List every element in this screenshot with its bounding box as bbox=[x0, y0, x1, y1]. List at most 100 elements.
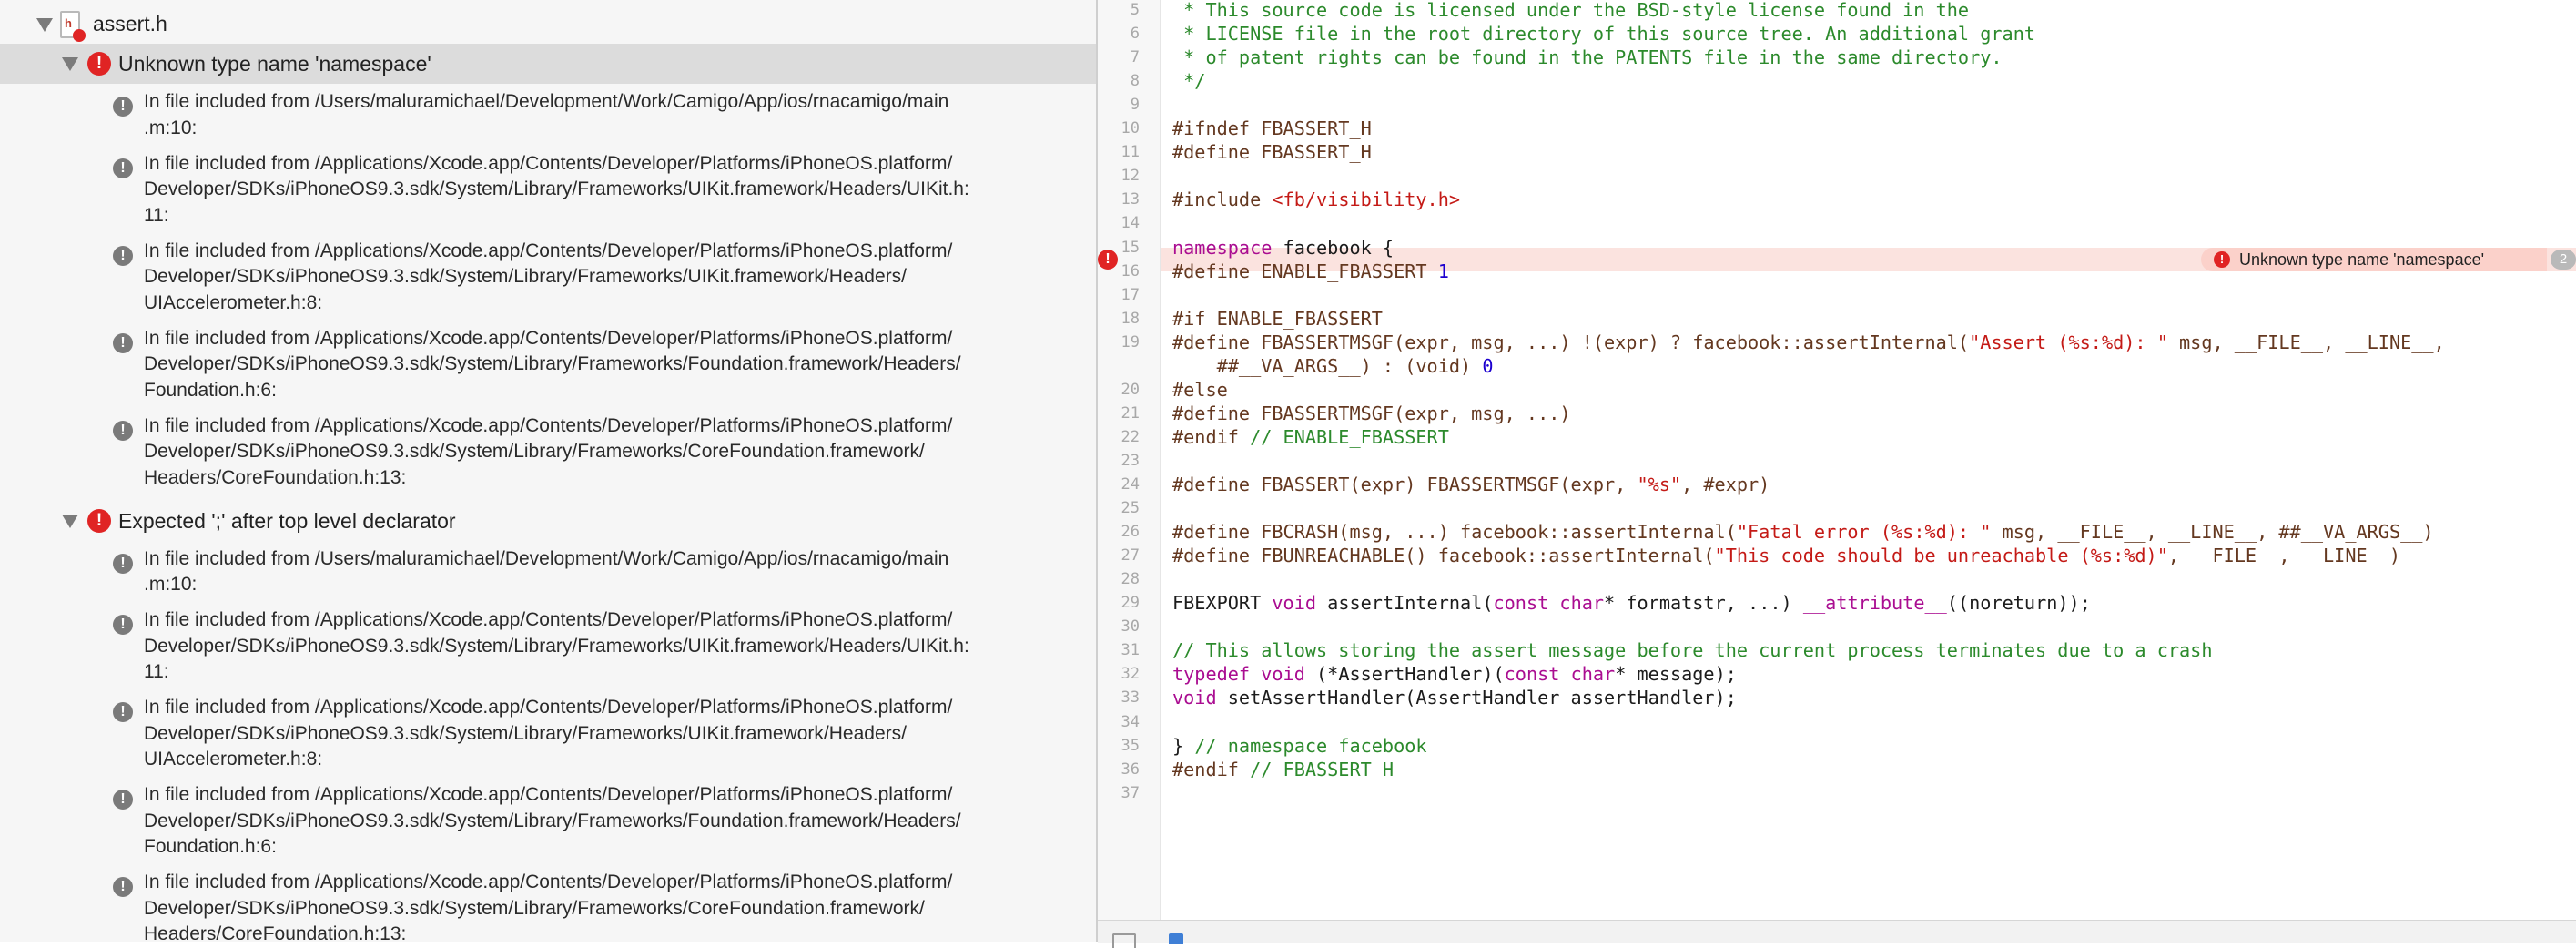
checkbox-icon[interactable] bbox=[1112, 933, 1136, 948]
line-number: 5 bbox=[1130, 1, 1140, 19]
code-line[interactable]: #define FBASSERT_H bbox=[1172, 140, 1372, 164]
line-number: 20 bbox=[1121, 380, 1140, 399]
line-number: 7 bbox=[1130, 48, 1140, 67]
code-line[interactable]: void setAssertHandler(AssertHandler asse… bbox=[1172, 686, 1737, 709]
code-line[interactable]: * of patent rights can be found in the P… bbox=[1172, 46, 2002, 69]
code-line[interactable]: #define FBCRASH(msg, ...) facebook::asse… bbox=[1172, 520, 2434, 544]
disclosure-triangle-icon[interactable] bbox=[62, 514, 78, 528]
code-token: ((noreturn)); bbox=[1946, 592, 2091, 615]
file-name: assert.h bbox=[93, 12, 167, 36]
inline-error-count[interactable]: 2 bbox=[2551, 250, 2576, 270]
line-number-gutter[interactable]: 5 6 7 8 9 10 11 12 13 14 15 16 17 18 19 20 21 22 23 24 25 26 2… bbox=[1098, 0, 1161, 920]
line-number: 18 bbox=[1121, 309, 1140, 328]
gutter-error-icon[interactable]: ! bbox=[1098, 250, 1118, 270]
code-token: (*AssertHandler)( bbox=[1304, 663, 1505, 686]
code-line[interactable]: namespace facebook { bbox=[1172, 236, 1394, 260]
code-line[interactable]: ##__VA_ARGS__) : (void) 0 bbox=[1172, 354, 1494, 378]
code-line[interactable]: } // namespace facebook bbox=[1172, 734, 1427, 758]
code-line[interactable]: // This allows storing the assert messag… bbox=[1172, 638, 2212, 662]
note-row[interactable]: ! In file included from /Applications/Xco… bbox=[0, 695, 1096, 773]
folder-icon[interactable] bbox=[1169, 933, 1183, 944]
disclosure-triangle-icon[interactable] bbox=[36, 18, 53, 32]
code-token: 0 bbox=[1482, 354, 1494, 377]
line-number: 23 bbox=[1121, 451, 1140, 470]
code-line[interactable]: #ifndef FBASSERT_H bbox=[1172, 117, 1372, 140]
code-token: * LICENSE file in the root directory of … bbox=[1172, 23, 2036, 46]
code-line[interactable]: */ bbox=[1172, 69, 1205, 93]
line-number: 19 bbox=[1121, 332, 1140, 352]
note-row[interactable]: ! In file included from /Applications/Xco… bbox=[0, 413, 1096, 492]
code-line[interactable]: * This source code is licensed under the… bbox=[1172, 0, 1969, 22]
note-row[interactable]: ! In file included from /Applications/Xco… bbox=[0, 239, 1096, 317]
error-icon: ! bbox=[87, 508, 111, 533]
code-token: } bbox=[1172, 734, 1195, 757]
code-token: FBEXPORT bbox=[1172, 592, 1273, 615]
line-number: 12 bbox=[1121, 167, 1140, 186]
line-number: 32 bbox=[1121, 665, 1140, 684]
line-number: 34 bbox=[1121, 712, 1140, 731]
code-token: * formatstr, ...) bbox=[1604, 592, 1803, 615]
note-row[interactable]: ! In file included from /Applications/Xco… bbox=[0, 870, 1096, 942]
code-token: #endif bbox=[1172, 758, 1251, 780]
code-token: namespace bbox=[1172, 236, 1273, 259]
note-text: In file included from /Users/maluramicha… bbox=[144, 91, 949, 138]
note-icon: ! bbox=[113, 97, 133, 117]
inline-error-message: Unknown type name 'namespace' bbox=[2239, 250, 2485, 269]
note-text: In file included from /Applications/Xcod… bbox=[144, 697, 953, 770]
code-token: assertInternal( bbox=[1316, 592, 1494, 615]
error-icon: ! bbox=[87, 52, 111, 76]
note-icon: ! bbox=[113, 615, 133, 635]
code-token: #define ENABLE_FBASSERT bbox=[1172, 260, 1438, 282]
note-row[interactable]: ! In file included from /Users/maluramich… bbox=[0, 546, 1096, 598]
code-line[interactable]: #endif // FBASSERT_H bbox=[1172, 758, 1394, 781]
code-line[interactable]: #define FBASSERTMSGF(expr, msg, ...) !(e… bbox=[1172, 331, 2445, 354]
issue-row[interactable]: ! Unknown type name 'namespace' bbox=[0, 44, 1096, 84]
code-token: * message); bbox=[1615, 663, 1737, 686]
code-line[interactable]: #define FBUNREACHABLE() facebook::assert… bbox=[1172, 544, 2400, 567]
note-text: In file included from /Applications/Xcod… bbox=[144, 609, 969, 682]
code-token: #ifndef FBASSERT_H bbox=[1172, 117, 1372, 140]
code-line[interactable]: * LICENSE file in the root directory of … bbox=[1172, 22, 2035, 46]
code-token: #define FBASSERT(expr) FBASSERTMSGF(expr… bbox=[1172, 474, 1638, 495]
line-number: 14 bbox=[1121, 214, 1140, 233]
code-token: <fb/visibility.h> bbox=[1272, 189, 1461, 211]
code-token: , #expr) bbox=[1681, 474, 1770, 495]
note-row[interactable]: ! In file included from /Applications/Xco… bbox=[0, 151, 1096, 229]
note-row[interactable]: ! In file included from /Users/maluramich… bbox=[0, 89, 1096, 141]
note-text: In file included from /Applications/Xcod… bbox=[144, 327, 961, 401]
code-token: facebook { bbox=[1272, 236, 1394, 259]
file-row-assert-h[interactable]: h assert.h bbox=[0, 0, 1096, 49]
code-line[interactable]: FBEXPORT void assertInternal(const char*… bbox=[1172, 591, 2091, 615]
code-token: setAssertHandler(AssertHandler assertHan… bbox=[1216, 687, 1737, 709]
note-row[interactable]: ! In file included from /Applications/Xco… bbox=[0, 782, 1096, 861]
note-text: In file included from /Applications/Xcod… bbox=[144, 240, 953, 313]
code-line[interactable]: #define ENABLE_FBASSERT 1 bbox=[1172, 260, 1449, 283]
code-token: #endif bbox=[1172, 425, 1251, 448]
note-row[interactable]: ! In file included from /Applications/Xco… bbox=[0, 326, 1096, 404]
code-line[interactable]: #define FBASSERTMSGF(expr, msg, ...) bbox=[1172, 402, 1571, 425]
code-line[interactable]: #else bbox=[1172, 378, 1228, 402]
code-token: const bbox=[1493, 592, 1549, 615]
note-icon: ! bbox=[113, 420, 133, 441]
code-token: #include bbox=[1172, 189, 1273, 211]
source-editor[interactable]: 5 6 7 8 9 10 11 12 13 14 15 16 17 18 19 20 21 22 23 24 25 26 2… bbox=[1098, 0, 2576, 920]
code-line[interactable]: #include <fb/visibility.h> bbox=[1172, 188, 1460, 211]
issue-row[interactable]: ! Expected ';' after top level declarator bbox=[0, 501, 1096, 541]
header-file-icon: h bbox=[60, 11, 86, 42]
note-row[interactable]: ! In file included from /Applications/Xco… bbox=[0, 607, 1096, 686]
error-icon: ! bbox=[2214, 251, 2230, 268]
line-number: 11 bbox=[1121, 143, 1140, 162]
code-line[interactable]: #endif // ENABLE_FBASSERT bbox=[1172, 425, 1449, 449]
code-line[interactable]: #if ENABLE_FBASSERT bbox=[1172, 307, 1383, 331]
line-number: 26 bbox=[1121, 523, 1140, 542]
code-line[interactable]: typedef void (*AssertHandler)(const char… bbox=[1172, 662, 1737, 686]
code-line[interactable]: #define FBASSERT(expr) FBASSERTMSGF(expr… bbox=[1172, 473, 1770, 496]
issue-message: Expected ';' after top level declarator bbox=[118, 508, 456, 533]
disclosure-triangle-icon[interactable] bbox=[62, 57, 78, 71]
code-token: // FBASSERT_H bbox=[1250, 758, 1394, 780]
line-number bbox=[1098, 354, 1140, 378]
code-token: typedef bbox=[1172, 663, 1251, 686]
line-number: 31 bbox=[1121, 641, 1140, 660]
inline-error-annotation[interactable]: ! Unknown type name 'namespace' bbox=[2201, 248, 2547, 271]
